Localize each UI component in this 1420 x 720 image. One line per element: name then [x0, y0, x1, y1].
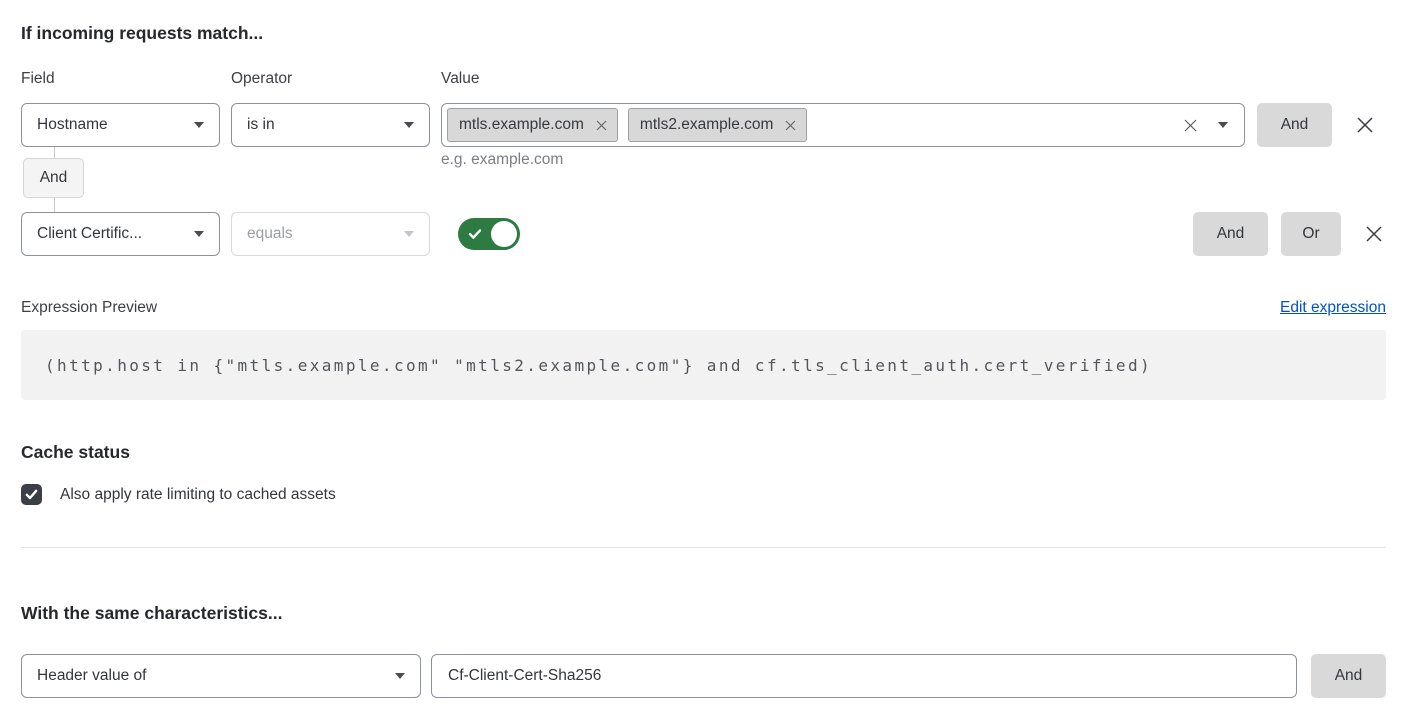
characteristic-select-value: Header value of: [37, 667, 146, 685]
field-select-value: Hostname: [37, 116, 108, 134]
expression-preview-label: Expression Preview: [21, 299, 157, 317]
toggle-knob: [491, 221, 517, 247]
characteristics-title: With the same characteristics...: [21, 602, 1386, 624]
operator-select[interactable]: is in: [231, 103, 430, 147]
expression-code-block: (http.host in {"mtls.example.com" "mtls2…: [21, 330, 1386, 400]
cert-verified-toggle[interactable]: [458, 218, 520, 250]
characteristic-select[interactable]: Header value of: [21, 654, 421, 698]
chevron-down-icon[interactable]: [1218, 122, 1228, 128]
match-section-title: If incoming requests match...: [21, 22, 1386, 44]
condition-row-2: Client Certific... equals And Or: [21, 212, 1386, 256]
chevron-down-icon: [404, 122, 414, 128]
delete-condition-icon[interactable]: [1362, 222, 1386, 246]
operator-label: Operator: [231, 70, 430, 88]
characteristics-row: Header value of And: [21, 654, 1386, 698]
header-name-input[interactable]: [431, 654, 1297, 698]
or-button[interactable]: Or: [1281, 212, 1341, 256]
field-select[interactable]: Client Certific...: [21, 212, 220, 256]
connector-zone: And e.g. example.com: [21, 147, 1386, 212]
operator-select-disabled: equals: [231, 212, 430, 256]
value-label: Value: [441, 70, 480, 88]
rule-builder: If incoming requests match... Field Oper…: [0, 0, 1420, 698]
connector-line: [54, 198, 55, 212]
value-multiselect[interactable]: mtls.example.com mtls2.example.com: [441, 103, 1245, 147]
chevron-down-icon: [404, 231, 414, 237]
connector-line: [54, 147, 55, 158]
clear-values-icon[interactable]: [1183, 118, 1198, 133]
chevron-down-icon: [194, 122, 204, 128]
edit-expression-link[interactable]: Edit expression: [1280, 299, 1386, 317]
column-labels: Field Operator Value: [21, 70, 1386, 88]
cache-checkbox[interactable]: [21, 484, 42, 505]
value-tag: mtls2.example.com: [628, 108, 808, 142]
check-icon: [25, 488, 38, 501]
row2-actions: And Or: [1193, 212, 1386, 256]
expression-code: (http.host in {"mtls.example.com" "mtls2…: [45, 356, 1152, 375]
tag-text: mtls.example.com: [459, 116, 584, 134]
expression-header: Expression Preview Edit expression: [21, 299, 1386, 317]
connector-and-button[interactable]: And: [23, 158, 84, 198]
operator-select-value: is in: [247, 116, 275, 134]
chevron-down-icon: [395, 673, 405, 679]
operator-placeholder: equals: [247, 225, 293, 243]
value-helper-text: e.g. example.com: [441, 151, 563, 169]
section-divider: [21, 547, 1386, 548]
chevron-down-icon: [194, 231, 204, 237]
characteristics-and-button[interactable]: And: [1311, 654, 1386, 698]
cache-checkbox-row: Also apply rate limiting to cached asset…: [21, 484, 1386, 505]
value-box-controls: [1183, 118, 1228, 133]
field-select[interactable]: Hostname: [21, 103, 220, 147]
delete-condition-icon[interactable]: [1353, 113, 1377, 137]
condition-row-1: Hostname is in mtls.example.com mtls2.ex…: [21, 103, 1386, 147]
check-icon: [468, 227, 482, 246]
remove-tag-icon[interactable]: [785, 120, 796, 131]
and-button[interactable]: And: [1257, 103, 1332, 147]
cache-checkbox-label: Also apply rate limiting to cached asset…: [60, 486, 336, 504]
cache-status-title: Cache status: [21, 441, 1386, 463]
and-button[interactable]: And: [1193, 212, 1268, 256]
tag-text: mtls2.example.com: [640, 116, 774, 134]
field-select-value: Client Certific...: [37, 225, 142, 243]
field-label: Field: [21, 70, 220, 88]
value-tag: mtls.example.com: [447, 108, 618, 142]
remove-tag-icon[interactable]: [596, 120, 607, 131]
